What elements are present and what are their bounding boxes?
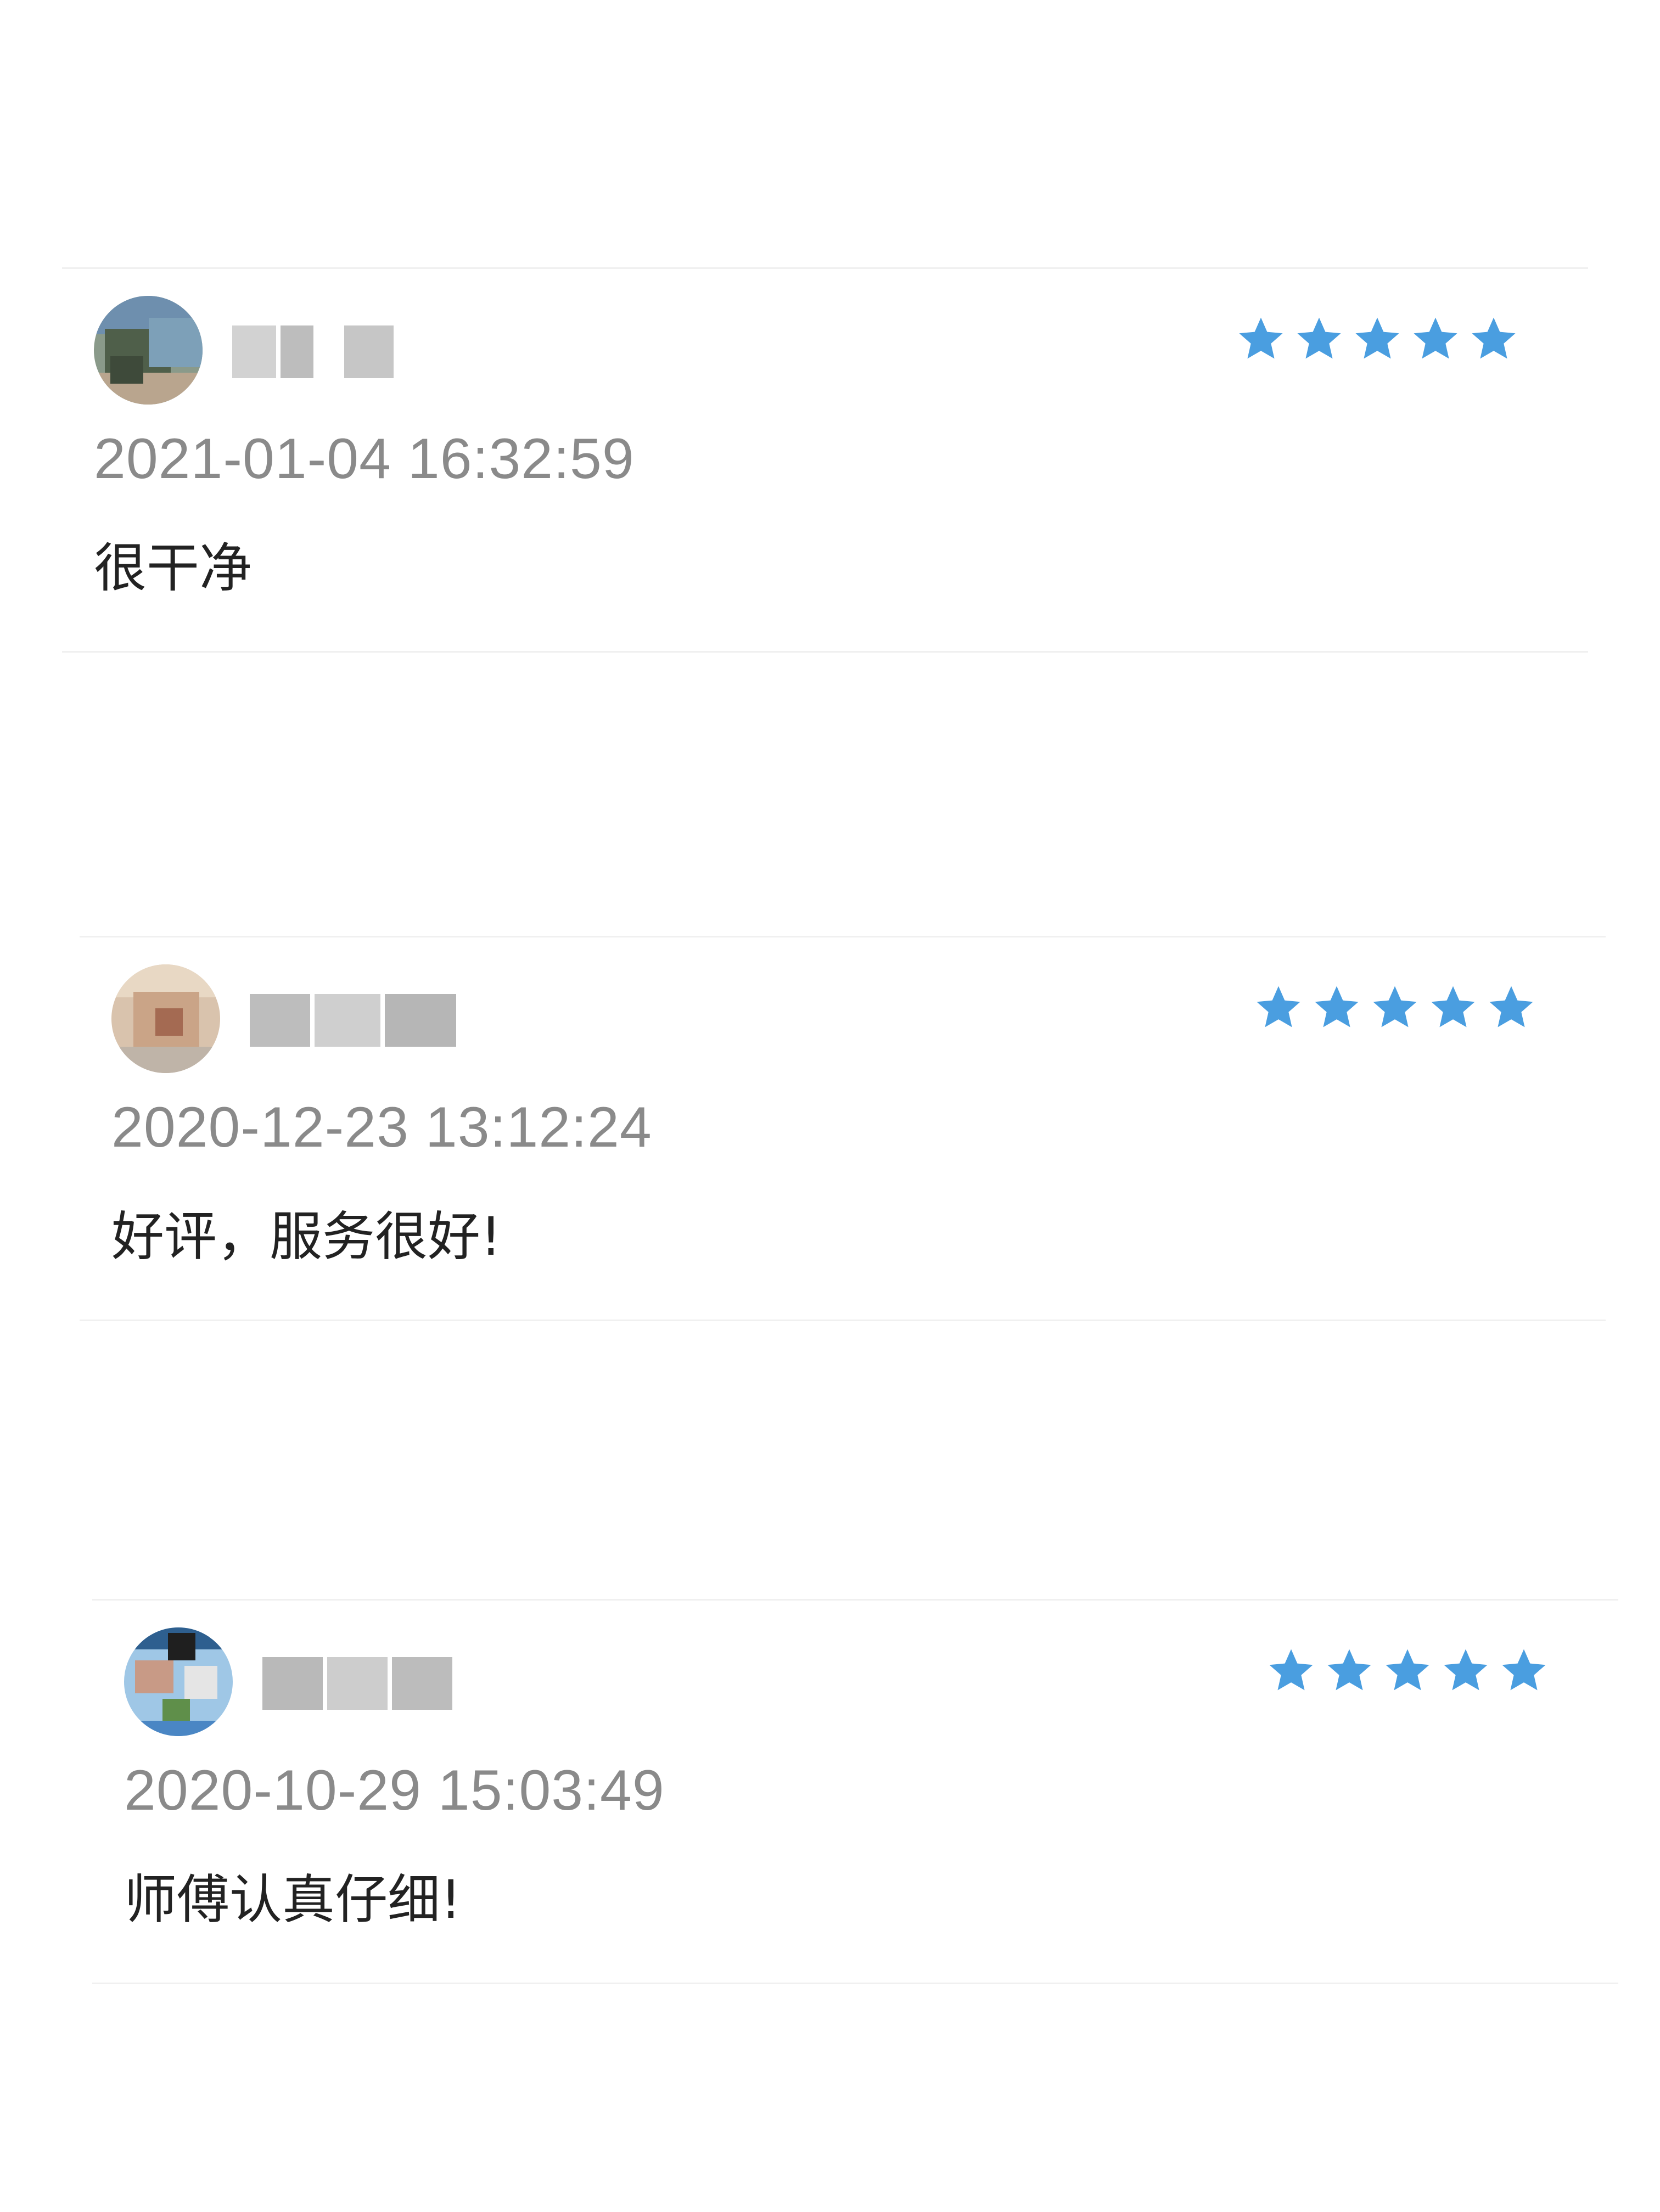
username-redacted — [262, 1651, 452, 1716]
review-comment: 好评，服务很好! — [111, 1206, 502, 1267]
divider — [62, 267, 1588, 269]
divider — [92, 1983, 1618, 1984]
star-icon — [1470, 314, 1518, 362]
star-icon — [1353, 314, 1401, 362]
review-timestamp: 2020-12-23 13:12:24 — [111, 1096, 652, 1159]
star-rating — [1267, 1646, 1548, 1694]
star-icon — [1411, 314, 1460, 362]
star-icon — [1237, 314, 1285, 362]
review-card: 2020-10-29 15:03:49 师傅认真仔细! — [92, 1599, 1618, 1984]
review-timestamp: 2020-10-29 15:03:49 — [124, 1759, 665, 1822]
review-comment: 很干净 — [94, 537, 252, 599]
star-icon — [1254, 983, 1303, 1031]
avatar[interactable] — [111, 964, 220, 1073]
divider — [80, 936, 1606, 937]
star-icon — [1325, 1646, 1373, 1694]
star-icon — [1487, 983, 1535, 1031]
review-card: 2020-12-23 13:12:24 好评，服务很好! — [80, 936, 1606, 1321]
star-icon — [1429, 983, 1477, 1031]
review-card: 2021-01-04 16:32:59 很干净 — [62, 267, 1588, 653]
review-comment: 师傅认真仔细! — [124, 1869, 462, 1930]
star-icon — [1267, 1646, 1315, 1694]
username-redacted — [232, 319, 394, 384]
star-icon — [1371, 983, 1419, 1031]
star-icon — [1313, 983, 1361, 1031]
star-icon — [1500, 1646, 1548, 1694]
divider — [80, 1320, 1606, 1321]
star-rating — [1254, 983, 1535, 1031]
avatar[interactable] — [94, 296, 203, 405]
avatar[interactable] — [124, 1627, 233, 1736]
star-icon — [1383, 1646, 1432, 1694]
star-icon — [1295, 314, 1343, 362]
divider — [92, 1599, 1618, 1601]
star-rating — [1237, 314, 1518, 362]
review-list: 2021-01-04 16:32:59 很干净 2020-12-23 13:12… — [0, 0, 1660, 2212]
username-redacted — [250, 988, 456, 1053]
divider — [62, 651, 1588, 653]
star-icon — [1442, 1646, 1490, 1694]
review-timestamp: 2021-01-04 16:32:59 — [94, 427, 635, 491]
